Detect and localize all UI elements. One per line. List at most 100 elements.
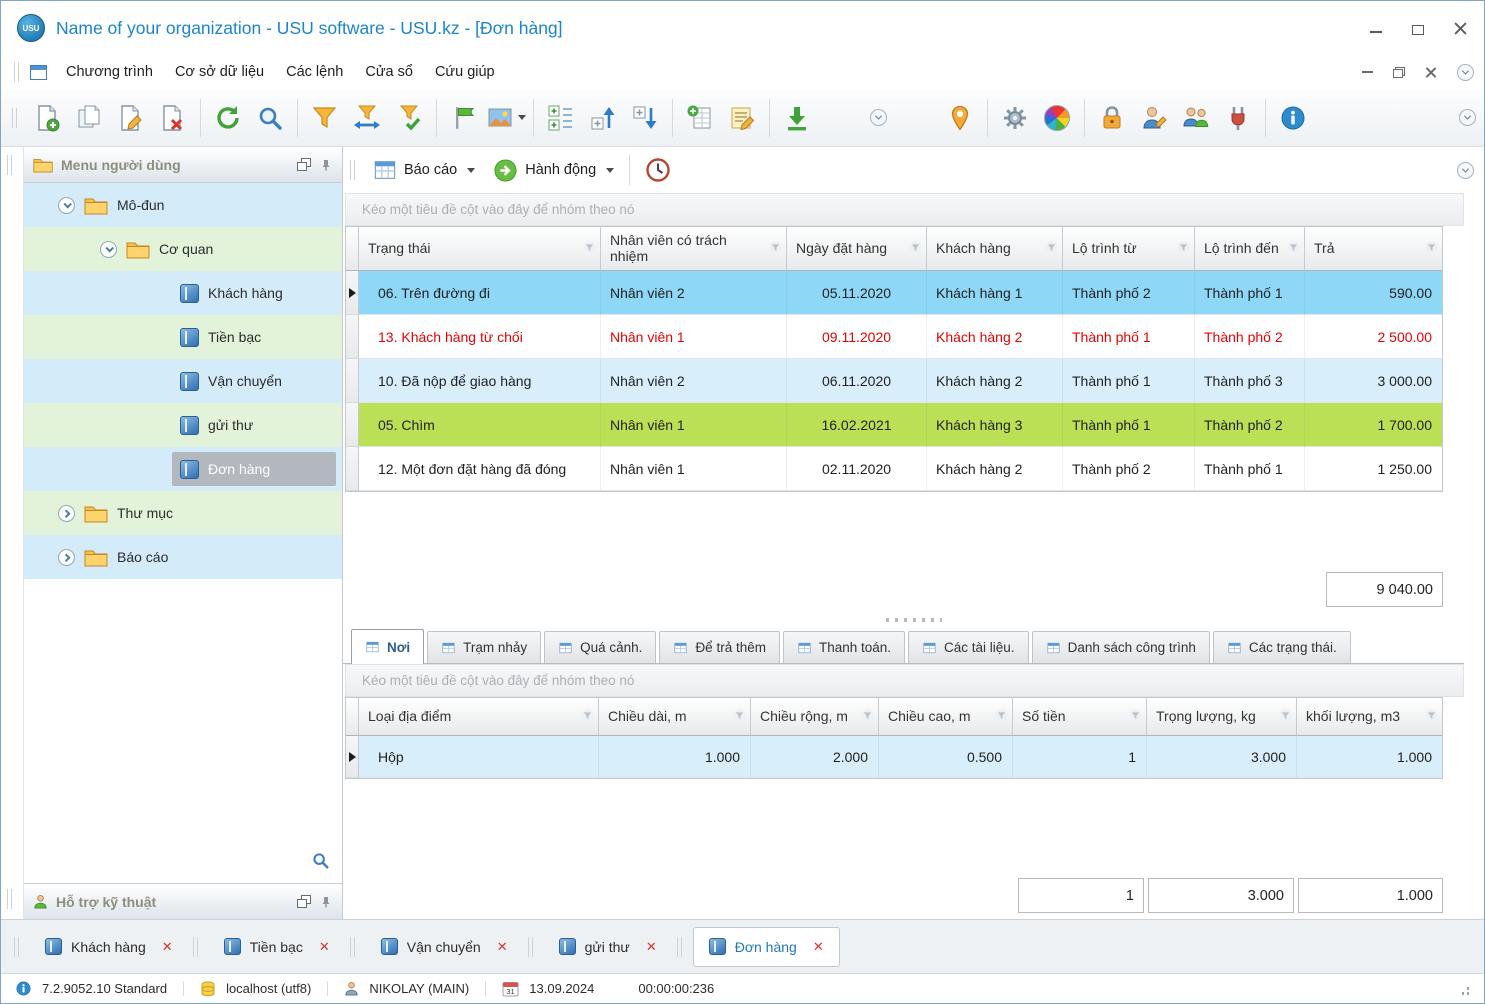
column-header-customer[interactable]: Khách hàng (927, 227, 1063, 271)
copy-record-icon[interactable] (68, 95, 110, 141)
menu-overflow-button[interactable] (1457, 63, 1474, 81)
maximize-button[interactable] (1410, 21, 1426, 35)
column-header-length[interactable]: Chiều dài, m (599, 698, 751, 736)
user-edit-icon[interactable] (1133, 95, 1175, 141)
panel-pin-icon[interactable] (319, 895, 333, 908)
plugin-icon[interactable] (1217, 95, 1259, 141)
window-tab-customers[interactable]: Khách hàng (30, 927, 188, 967)
expander-icon[interactable] (100, 240, 117, 258)
add-table-icon[interactable] (679, 95, 721, 141)
tabbar-grip[interactable] (14, 936, 19, 957)
tab-hops[interactable]: Trạm nhảy (427, 631, 542, 663)
panel-restore-icon[interactable] (297, 158, 311, 171)
tab-places[interactable]: Nơi (351, 629, 425, 664)
panel-grip[interactable] (7, 155, 12, 175)
menu-window[interactable]: Cửa sổ (354, 59, 424, 85)
edit-record-icon[interactable] (110, 95, 152, 141)
window-tab-money[interactable]: Tiền bạc (209, 927, 345, 967)
export-download-icon[interactable] (776, 95, 818, 141)
table-row[interactable]: 10. Đã nộp để giao hàng Nhân viên 2 06.1… (346, 359, 1442, 403)
action-button[interactable]: Hành động (484, 153, 623, 188)
places-group-drop-zone[interactable]: Kéo một tiêu đề cột vào đây để nhóm theo… (345, 664, 1464, 697)
filter-funnel-icon[interactable] (304, 95, 346, 141)
close-tab-icon[interactable] (319, 940, 330, 953)
resize-grip[interactable] (1456, 982, 1470, 996)
filter-funnel-icon[interactable] (1045, 240, 1058, 257)
close-tab-icon[interactable] (646, 940, 657, 953)
mdi-restore-icon[interactable] (1393, 66, 1405, 78)
tabbar-grip[interactable] (192, 936, 198, 957)
column-header-employee[interactable]: Nhân viên có trách nhiệm (601, 227, 787, 271)
tree-search-icon[interactable] (311, 851, 330, 873)
column-header-amount[interactable]: Số tiền (1013, 698, 1147, 736)
users-group-icon[interactable] (1175, 95, 1217, 141)
filter-funnel-icon[interactable] (1279, 708, 1292, 725)
tabbar-grip[interactable] (349, 936, 355, 957)
tree-item-transport[interactable]: Vận chuyển (24, 359, 342, 403)
filter-funnel-icon[interactable] (861, 708, 874, 725)
table-row[interactable]: Hộp 1.000 2.000 0.500 1 3.000 1.000 (346, 736, 1442, 778)
tree-item-modules[interactable]: Mô-đun (24, 183, 342, 227)
column-header-place-type[interactable]: Loại địa điểm (359, 698, 599, 736)
tab-documents[interactable]: Các tài liệu. (908, 631, 1029, 663)
location-pin-icon[interactable] (939, 95, 981, 141)
window-tab-orders[interactable]: Đơn hàng (692, 926, 840, 967)
panel-pin-icon[interactable] (319, 158, 333, 171)
table-row[interactable]: 05. Chìm Nhân viên 1 16.02.2021 Khách hà… (346, 403, 1442, 447)
search-icon[interactable] (249, 95, 291, 141)
tree-item-money[interactable]: Tiền bạc (24, 315, 342, 359)
menu-program[interactable]: Chương trình (55, 59, 164, 85)
filter-funnel-icon[interactable] (995, 708, 1008, 725)
filter-funnel-icon[interactable] (581, 708, 594, 725)
column-header-order-date[interactable]: Ngày đặt hàng (787, 227, 927, 271)
column-header-weight[interactable]: Trọng lượng, kg (1147, 698, 1297, 736)
panel-restore-icon[interactable] (297, 895, 311, 908)
tree-item-agency[interactable]: Cơ quan (24, 227, 342, 271)
tree-collapse-branch-icon[interactable] (624, 95, 666, 141)
filter-funnel-icon[interactable] (583, 240, 596, 257)
settings-gear-icon[interactable] (994, 95, 1036, 141)
column-header-pay[interactable]: Trả (1305, 227, 1442, 271)
flag-icon[interactable] (443, 95, 485, 141)
tree-collapse-icon[interactable] (582, 95, 624, 141)
support-panel[interactable]: Hỗ trợ kỹ thuật (24, 883, 342, 919)
window-tab-mailing[interactable]: gửi thư (544, 927, 672, 967)
filter-funnel-icon[interactable] (1129, 708, 1142, 725)
report-button[interactable]: Báo cáo (364, 153, 484, 187)
table-row[interactable]: 06. Trên đường đi Nhân viên 2 05.11.2020… (346, 271, 1442, 315)
orders-group-drop-zone[interactable]: Kéo một tiêu đề cột vào đây để nhóm theo… (345, 193, 1464, 226)
table-row[interactable]: 12. Một đơn đặt hàng đã đóng Nhân viên 1… (346, 447, 1442, 491)
timer-button[interactable] (636, 152, 680, 188)
filter-funnel-icon[interactable] (1177, 240, 1190, 257)
toolbar-overflow-button[interactable] (870, 109, 887, 126)
close-tab-icon[interactable] (813, 940, 824, 953)
tabbar-grip[interactable] (676, 936, 682, 957)
tab-payment[interactable]: Thanh toán. (782, 631, 906, 663)
column-header-route-from[interactable]: Lộ trình từ (1063, 227, 1195, 271)
tabbar-grip[interactable] (527, 936, 533, 957)
lock-icon[interactable] (1091, 95, 1133, 141)
menu-help[interactable]: Cứu giúp (424, 59, 506, 85)
tab-statuses[interactable]: Các trạng thái. (1212, 631, 1351, 663)
tab-work-list[interactable]: Danh sách công trình (1031, 631, 1210, 663)
column-header-route-to[interactable]: Lộ trình đến (1195, 227, 1305, 271)
expander-icon[interactable] (58, 196, 75, 214)
tree-item-reports[interactable]: Báo cáo (24, 535, 342, 579)
filter-funnel-icon[interactable] (909, 240, 922, 257)
tree-item-orders[interactable]: Đơn hàng (24, 447, 342, 491)
info-icon[interactable] (1272, 95, 1314, 141)
filter-apply-icon[interactable] (388, 95, 430, 141)
tree-expand-icon[interactable] (540, 95, 582, 141)
minimize-button[interactable] (1368, 21, 1384, 35)
table-row[interactable]: 13. Khách hàng từ chối Nhân viên 1 09.11… (346, 315, 1442, 359)
mdi-close-icon[interactable] (1425, 66, 1437, 78)
column-header-width[interactable]: Chiều rộng, m (751, 698, 879, 736)
filter-funnel-icon[interactable] (769, 240, 782, 257)
menu-database[interactable]: Cơ sở dữ liệu (164, 59, 275, 85)
tab-transit[interactable]: Quá cảnh. (544, 631, 657, 663)
tree-item-directory[interactable]: Thư mục (24, 491, 342, 535)
tree-item-customers[interactable]: Khách hàng (24, 271, 342, 315)
notes-icon[interactable] (721, 95, 763, 141)
tab-surcharge[interactable]: Để trả thêm (659, 631, 780, 663)
filter-move-icon[interactable] (346, 95, 388, 141)
